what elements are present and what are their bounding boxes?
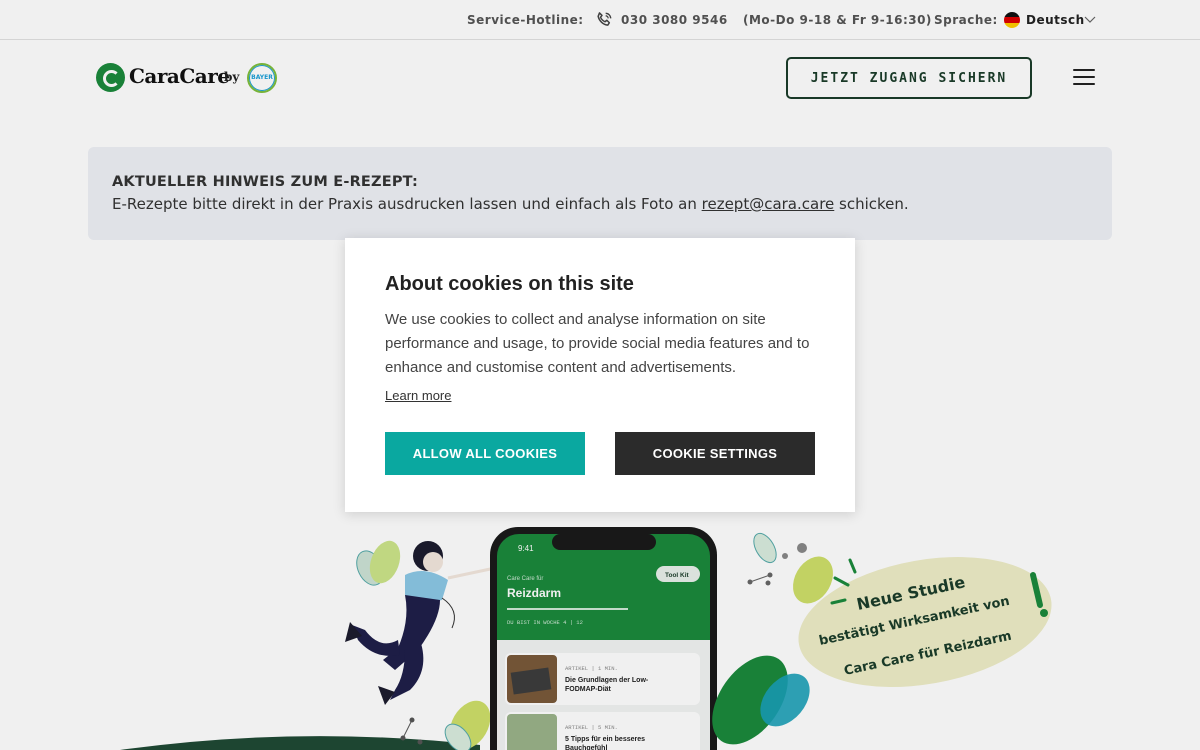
cookie-settings-button[interactable]: COOKIE SETTINGS (615, 432, 815, 475)
learn-more-link[interactable]: Learn more (385, 388, 451, 403)
cookie-dialog-text: We use cookies to collect and analyse in… (385, 311, 810, 376)
cookie-dialog-title: About cookies on this site (385, 273, 634, 295)
allow-all-cookies-button[interactable]: ALLOW ALL COOKIES (385, 432, 585, 475)
cookie-consent-dialog: About cookies on this site We use cookie… (345, 238, 855, 512)
